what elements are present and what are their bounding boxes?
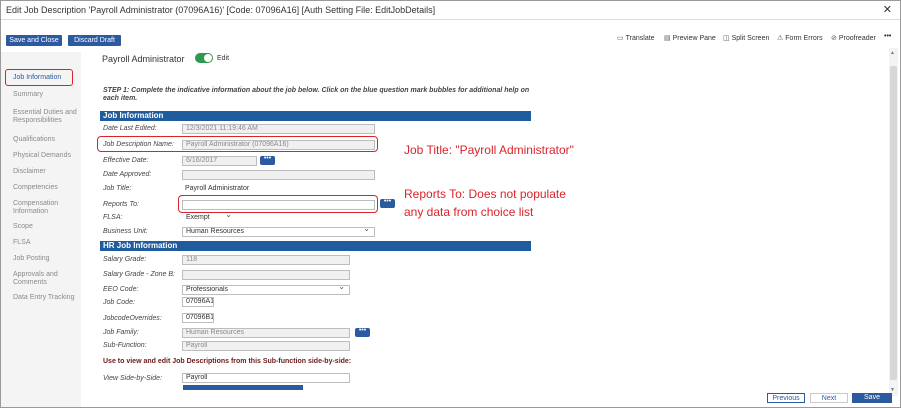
- sidebar-item-scope[interactable]: Scope: [13, 223, 79, 231]
- job-code-label: Job Code:: [103, 299, 135, 306]
- sub-function-label: Sub-Function:: [103, 342, 147, 349]
- job-family-field: Human Resources: [182, 328, 350, 338]
- preview-pane-label: Preview Pane: [672, 35, 716, 42]
- save-button[interactable]: Save: [852, 393, 892, 403]
- split-screen-icon: ◫: [723, 35, 730, 42]
- salary-grade-field: 118: [182, 255, 350, 265]
- form-errors-label: Form Errors: [785, 35, 823, 42]
- title-bar: Edit Job Description 'Payroll Administra…: [1, 1, 900, 20]
- job-name-heading: Payroll Administrator: [102, 54, 185, 64]
- sidebar-item-qualifications[interactable]: Qualifications: [13, 136, 79, 144]
- sidebar-item-essential-duties[interactable]: Essential Duties and Responsibilities: [13, 109, 79, 125]
- effective-date-picker-button[interactable]: •••: [260, 155, 275, 165]
- sidebar-item-summary[interactable]: Summary: [13, 91, 79, 99]
- edit-toggle-label: Edit: [217, 55, 230, 62]
- side-by-side-button[interactable]: [183, 385, 303, 390]
- flsa-label: FLSA:: [103, 214, 123, 221]
- eeo-code-label: EEO Code:: [103, 286, 139, 293]
- close-icon[interactable]: ✕: [883, 3, 892, 16]
- date-last-edited-field: 12/3/2021 11:19:46 AM: [182, 124, 375, 134]
- scrollbar-thumb[interactable]: [890, 66, 897, 380]
- sidebar-item-disclaimer[interactable]: Disclaimer: [13, 168, 79, 176]
- vertical-scrollbar[interactable]: ▲ ▼: [889, 48, 898, 396]
- sidebar-item-job-posting[interactable]: Job Posting: [13, 255, 79, 263]
- reports-to-annotation-line1: Reports To: Does not populate: [404, 187, 566, 201]
- section-job-information: Job Information: [100, 111, 531, 121]
- job-code-field[interactable]: 07096A16: [182, 297, 214, 307]
- reports-to-label: Reports To:: [103, 201, 139, 208]
- discard-draft-button[interactable]: Discard Draft: [68, 35, 121, 46]
- business-unit-select[interactable]: Human Resources: [182, 227, 375, 237]
- sidebar-item-physical-demands[interactable]: Physical Demands: [13, 152, 79, 160]
- salary-grade-label: Salary Grade:: [103, 256, 147, 263]
- sidebar-item-data-entry-tracking[interactable]: Data Entry Tracking: [13, 294, 79, 302]
- salary-grade-zone-b-label: Salary Grade - Zone B:: [103, 271, 175, 278]
- translate-icon: ▭: [617, 35, 624, 42]
- scroll-up-icon[interactable]: ▲: [890, 50, 895, 56]
- translate-button[interactable]: ▭ Translate: [617, 34, 655, 42]
- jobcode-overrides-field[interactable]: 07096B16: [182, 313, 214, 323]
- date-approved-field: [182, 170, 375, 180]
- save-and-close-button[interactable]: Save and Close: [6, 35, 62, 46]
- sidebar-item-compensation[interactable]: Compensation Information: [13, 200, 79, 216]
- reports-to-annotation-line2: any data from choice list: [404, 205, 534, 219]
- sidebar-item-job-information[interactable]: Job Information: [13, 74, 79, 82]
- job-description-name-highlight: [97, 136, 378, 152]
- jobcode-overrides-label: JobcodeOverrides:: [103, 315, 162, 322]
- effective-date-field: 6/16/2017: [182, 156, 257, 166]
- business-unit-label: Business Unit:: [103, 228, 148, 235]
- flsa-select[interactable]: Exempt: [182, 213, 237, 223]
- effective-date-label: Effective Date:: [103, 157, 149, 164]
- salary-grade-zone-b-field: [182, 270, 350, 280]
- translate-label: Translate: [625, 35, 655, 42]
- form-errors-button[interactable]: ⚠ Form Errors: [777, 34, 823, 42]
- reports-to-highlight: [178, 195, 378, 213]
- next-button[interactable]: Next: [810, 393, 848, 403]
- split-screen-button[interactable]: ◫ Split Screen: [723, 34, 769, 42]
- job-family-lookup-button[interactable]: •••: [355, 327, 370, 337]
- step-instructions: STEP 1: Complete the indicative informat…: [103, 87, 530, 102]
- proofreader-icon: ⊘: [831, 35, 837, 42]
- sidebar-item-competencies[interactable]: Competencies: [13, 184, 79, 192]
- job-title-value[interactable]: Payroll Administrator: [185, 185, 249, 192]
- split-screen-label: Split Screen: [731, 35, 770, 42]
- previous-button[interactable]: Previous: [767, 393, 805, 403]
- view-side-by-side-field[interactable]: Payroll: [182, 373, 350, 383]
- section-hr-job-information: HR Job Information: [100, 241, 531, 251]
- proofreader-button[interactable]: ⊘ Proofreader: [831, 34, 876, 42]
- sidebar-item-flsa[interactable]: FLSA: [13, 239, 79, 247]
- view-side-by-side-label: View Side-by-Side:: [103, 375, 163, 382]
- reports-to-lookup-button[interactable]: •••: [380, 198, 395, 208]
- job-title-label: Job Title:: [103, 185, 132, 192]
- preview-icon: ▤: [664, 35, 671, 42]
- window-title: Edit Job Description 'Payroll Administra…: [6, 5, 436, 15]
- preview-pane-button[interactable]: ▤ Preview Pane: [664, 34, 716, 42]
- edit-toggle[interactable]: [195, 53, 213, 63]
- job-title-annotation: Job Title: "Payroll Administrator": [404, 143, 574, 157]
- date-last-edited-label: Date Last Edited:: [103, 125, 157, 132]
- subfunction-note: Use to view and edit Job Descriptions fr…: [103, 358, 352, 365]
- job-family-label: Job Family:: [103, 329, 139, 336]
- sidebar-item-approvals[interactable]: Approvals and Comments: [13, 271, 79, 287]
- sub-function-field: Payroll: [182, 341, 350, 351]
- form-errors-icon: ⚠: [777, 35, 784, 42]
- date-approved-label: Date Approved:: [103, 171, 152, 178]
- eeo-code-select[interactable]: Professionals: [182, 285, 350, 295]
- proofreader-label: Proofreader: [838, 35, 876, 42]
- more-options-icon[interactable]: •••: [884, 33, 891, 40]
